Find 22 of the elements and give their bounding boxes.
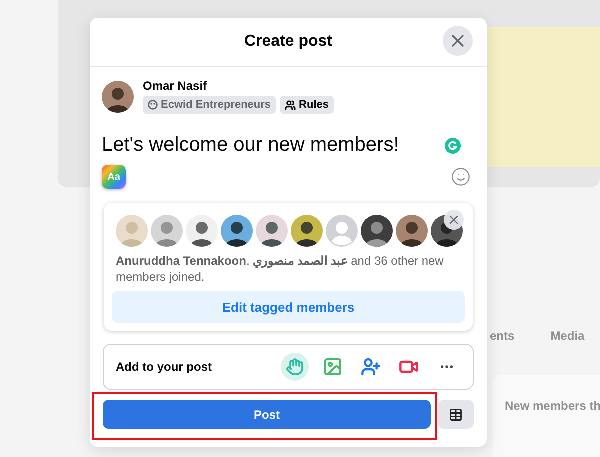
grid-icon	[449, 408, 463, 422]
edit-tagged-members-button[interactable]: Edit tagged members	[112, 291, 465, 323]
page-tab[interactable]: ents	[490, 329, 515, 345]
card-title: New members th	[505, 399, 600, 413]
group-icon	[148, 100, 158, 110]
emoji-icon[interactable]	[451, 167, 471, 187]
rules-chip[interactable]: Rules	[280, 96, 334, 114]
group-chip[interactable]: Ecwid Entrepreneurs	[143, 96, 276, 114]
person-icon	[326, 215, 358, 247]
wave-icon[interactable]	[281, 353, 309, 381]
dialog-title: Create post	[244, 33, 333, 51]
add-to-post-label: Add to your post	[116, 360, 212, 374]
post-button[interactable]: Post	[103, 400, 431, 429]
schedule-button[interactable]	[438, 400, 474, 429]
close-icon	[447, 213, 461, 227]
close-button[interactable]	[444, 210, 464, 230]
page-tab[interactable]: Media	[550, 329, 585, 345]
text-style-button[interactable]: Aa	[102, 165, 126, 189]
author-name: Omar Nasif	[143, 79, 208, 93]
post-text[interactable]: Let's welcome our new members!	[102, 134, 400, 157]
grammar-icon[interactable]	[445, 138, 461, 154]
people-icon	[285, 100, 296, 110]
